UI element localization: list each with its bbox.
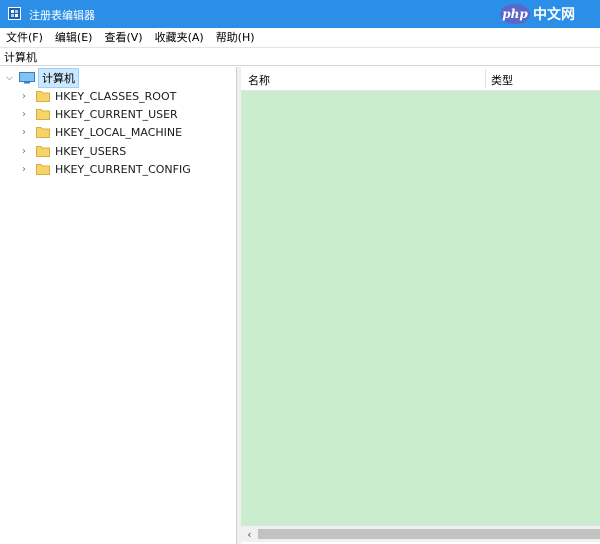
chevron-down-icon[interactable]: ⌵ [6,73,16,83]
chevron-right-icon[interactable]: › [22,109,34,120]
scroll-left-arrow-icon[interactable]: ‹ [241,526,258,542]
tree-item-hkey-local-machine[interactable]: › HKEY_LOCAL_MACHINE [22,123,182,141]
column-header-type[interactable]: 类型 [491,72,513,88]
folder-icon [36,146,50,157]
chevron-right-icon[interactable]: › [22,91,34,102]
menu-bar: 文件(F) 编辑(E) 查看(V) 收藏夹(A) 帮助(H) [0,28,600,46]
computer-icon [19,72,35,84]
address-path[interactable]: 计算机 [0,49,37,65]
folder-icon [36,91,50,102]
watermark-text: 中文网 [533,6,575,23]
tree-item-label[interactable]: HKEY_CLASSES_ROOT [55,90,176,103]
tree-item-label[interactable]: HKEY_LOCAL_MACHINE [55,126,182,139]
menu-view[interactable]: 查看(V) [98,29,148,45]
column-divider[interactable] [485,69,486,88]
chevron-right-icon[interactable]: › [22,127,34,138]
tree-pane[interactable]: ⌵ 计算机 › HKEY_CLASSES_ROOT › HKEY_CURRENT… [0,67,237,544]
folder-icon [36,127,50,138]
menu-favorites[interactable]: 收藏夹(A) [149,29,210,45]
tree-root-label[interactable]: 计算机 [38,68,79,88]
folder-icon [36,164,50,175]
menu-edit[interactable]: 编辑(E) [49,29,99,45]
scrollbar-thumb[interactable] [258,529,600,539]
registry-editor-icon [8,7,21,20]
address-bar[interactable]: 计算机 [0,47,600,66]
window-title: 注册表编辑器 [29,9,95,22]
watermark-logo: php 中文网 [500,3,596,24]
column-header-name[interactable]: 名称 [248,72,270,88]
chevron-right-icon[interactable]: › [22,164,34,175]
horizontal-scrollbar[interactable]: ‹ [241,525,600,542]
values-list-body[interactable] [241,91,600,525]
watermark-badge: php [500,3,530,24]
list-header: 名称 类型 [241,67,600,91]
tree-item-label[interactable]: HKEY_CURRENT_USER [55,108,178,121]
menu-file[interactable]: 文件(F) [0,29,49,45]
values-list-pane[interactable]: 名称 类型 ‹ [241,67,600,544]
tree-item-label[interactable]: HKEY_USERS [55,145,126,158]
tree-item-hkey-current-user[interactable]: › HKEY_CURRENT_USER [22,105,178,123]
tree-item-hkey-current-config[interactable]: › HKEY_CURRENT_CONFIG [22,160,191,178]
title-bar[interactable]: 注册表编辑器 php 中文网 [0,0,600,28]
tree-item-hkey-classes-root[interactable]: › HKEY_CLASSES_ROOT [22,87,176,105]
tree-item-label[interactable]: HKEY_CURRENT_CONFIG [55,163,191,176]
folder-icon [36,109,50,120]
tree-root-computer[interactable]: ⌵ 计算机 [6,68,79,88]
chevron-right-icon[interactable]: › [22,146,34,157]
menu-help[interactable]: 帮助(H) [210,29,261,45]
tree-item-hkey-users[interactable]: › HKEY_USERS [22,142,126,160]
